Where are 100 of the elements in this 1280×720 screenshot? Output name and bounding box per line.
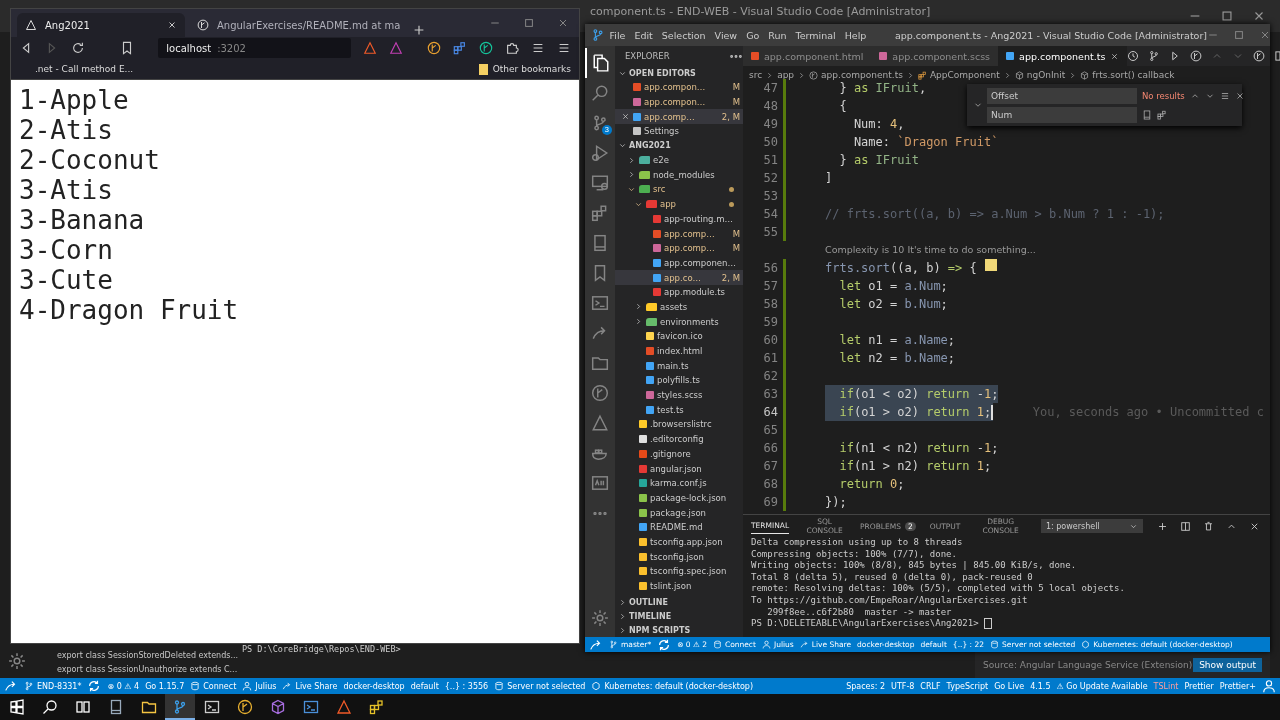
tree-item[interactable]: e2e [615,152,743,168]
menu-item[interactable]: Go [741,29,764,41]
status-item[interactable]: Julius [242,681,277,691]
tree-item[interactable]: src [615,182,743,197]
menu-item[interactable]: Selection [657,29,711,41]
breadcrumb-item[interactable]: app.component.ts [821,70,903,80]
tree-item[interactable]: assets [615,299,743,315]
tree-item[interactable]: tsconfig.json [615,549,743,564]
breadcrumb-item[interactable]: AppComponent [929,70,1000,80]
section-header[interactable]: OUTLINE [615,595,743,609]
status-item[interactable]: ⚠ Go Update Available [1056,681,1148,691]
status-item[interactable]: Go 1.15.7 [145,681,185,691]
breadcrumb-item[interactable]: ngOnInit [1026,70,1066,80]
tree-item[interactable]: polyfills.ts [615,373,743,388]
menu-item[interactable]: Terminal [791,29,841,41]
browser-tab[interactable]: AngularExercises/README.md at ma [189,13,409,37]
tree-item[interactable]: package.json [615,505,743,520]
editor-tab[interactable]: app.component.scss [871,46,999,66]
line-number: 48 [762,98,779,115]
menu-item[interactable]: File [605,29,630,41]
editor-tab[interactable]: app.component.ts [998,46,1128,66]
open-editor-item[interactable]: app.compon… M [615,80,743,95]
editor-tab[interactable]: app.component.html [743,46,872,66]
tree-item[interactable]: app-routing.m… [615,211,743,227]
tree-item[interactable]: tsconfig.app.json [615,534,743,550]
terminal-line: Compressing objects: 100% (7/7), done. [751,548,958,561]
tree-item[interactable]: app.comp… M [615,226,743,241]
find-field[interactable]: Offset [987,87,1137,104]
status-item[interactable]: TypeScript [946,681,989,691]
terminal-line: 299f8ee..c6f2b80 master -> master [766,606,953,619]
status-item[interactable]: ⊗ 0 ⚠ 4 [107,681,140,691]
menu-item[interactable]: Edit [629,29,658,41]
tree-item[interactable]: package-lock.json [615,490,743,506]
code-line: export class SessionUnauthorize extends C... [57,664,238,676]
section-header[interactable]: NPM SCRIPTS [615,623,743,637]
code-line: { [838,98,847,115]
replace-field[interactable]: Num [987,106,1137,123]
page-text-line: 3-Cute [19,265,114,295]
show-output-button[interactable]: Show output [1193,658,1262,672]
tree-item[interactable]: tsconfig.spec.json [615,564,743,579]
tree-item[interactable]: main.ts [615,358,743,374]
breadcrumb-item[interactable]: frts.sort() callback [1092,70,1175,80]
status-item[interactable]: END-8331* [24,681,82,691]
terminal-select[interactable]: 1: powershell [1040,519,1143,533]
tree-item[interactable]: karma.conf.js [615,475,743,491]
status-item[interactable]: CRLF [920,681,941,691]
tree-item[interactable]: environments [615,314,743,329]
tree-item[interactable]: styles.scss [615,387,743,403]
code-line: // frts.sort((a, b) => a.Num > b.Num ? 1 : -1); [825,206,1165,223]
tree-item[interactable]: angular.json [615,461,743,476]
tree-item[interactable]: .browserslistrc [615,417,743,432]
line-number: 63 [762,386,779,403]
menu-item[interactable]: Help [840,29,871,41]
tree-item[interactable]: .gitignore [615,446,743,462]
open-editor-item[interactable]: Settings [615,124,743,139]
code-line: ] [825,170,833,187]
tree-item[interactable]: README.md [615,519,743,535]
menu-item[interactable]: Run [763,29,792,41]
status-item[interactable]: Prettier [1184,681,1214,691]
status-item[interactable]: docker-desktop [343,681,405,691]
section-header[interactable]: TIMELINE [615,609,743,623]
status-item[interactable]: Live Share [282,681,338,691]
tree-item[interactable]: app.comp… M [615,240,743,256]
other-bookmarks-link[interactable]: Other bookmarks [478,63,571,75]
tree-item[interactable]: app.componen… [615,255,743,271]
breadcrumb-item[interactable]: app [777,70,795,80]
status-item[interactable]: Spaces: 2 [846,681,886,691]
tree-item[interactable]: app.co… 2, M [615,270,743,285]
status-item[interactable]: Server not selected [494,681,586,691]
line-number: 51 [762,152,779,169]
address-bar[interactable]: localhost :3202 [158,38,351,58]
menu-item[interactable]: View [710,29,742,41]
code-line: if(n1 > n2) return 1; [838,458,992,475]
open-editor-item[interactable]: app.comp… 2, M [615,109,743,125]
line-number: 56 [762,260,779,277]
status-item[interactable]: Prettier+ [1219,681,1256,691]
status-item[interactable]: 4.1.5 [1030,681,1051,691]
line-number: 61 [762,350,779,367]
tree-item[interactable]: node_modules [615,167,743,183]
status-item[interactable]: Connect [190,681,237,691]
status-item[interactable]: Go Live [994,681,1025,691]
tree-item[interactable]: app.module.ts [615,284,743,300]
bookmark-link[interactable]: .net - Call method E... [35,64,134,74]
tree-item[interactable]: .editorconfig [615,431,743,447]
tree-item[interactable]: test.ts [615,402,743,418]
section-header[interactable]: OPEN EDITORS [615,66,743,80]
status-item[interactable]: {..} : 3556 [444,681,489,691]
breadcrumb-item[interactable]: src [749,70,763,80]
terminal-line: Writing objects: 100% (8/8), 845 bytes | 845.00 KiB/s, done. [751,560,1078,572]
status-item[interactable]: UTF-8 [891,681,915,691]
tree-item[interactable]: app [615,196,743,212]
code-lens[interactable]: Complexity is 10 It's time to do something... [743,241,1270,259]
tree-item[interactable]: tslint.json [615,578,743,594]
status-item[interactable]: Kubernetes: default (docker-desktop) [591,681,754,691]
status-item[interactable]: default [410,681,439,691]
tree-item[interactable]: index.html [615,343,743,359]
open-editor-item[interactable]: app.compon… M [615,94,743,110]
browser-tab[interactable]: Ang2021 [17,13,185,37]
tree-item[interactable]: favicon.ico [615,329,743,344]
section-header[interactable]: ANG2021 [615,138,743,153]
